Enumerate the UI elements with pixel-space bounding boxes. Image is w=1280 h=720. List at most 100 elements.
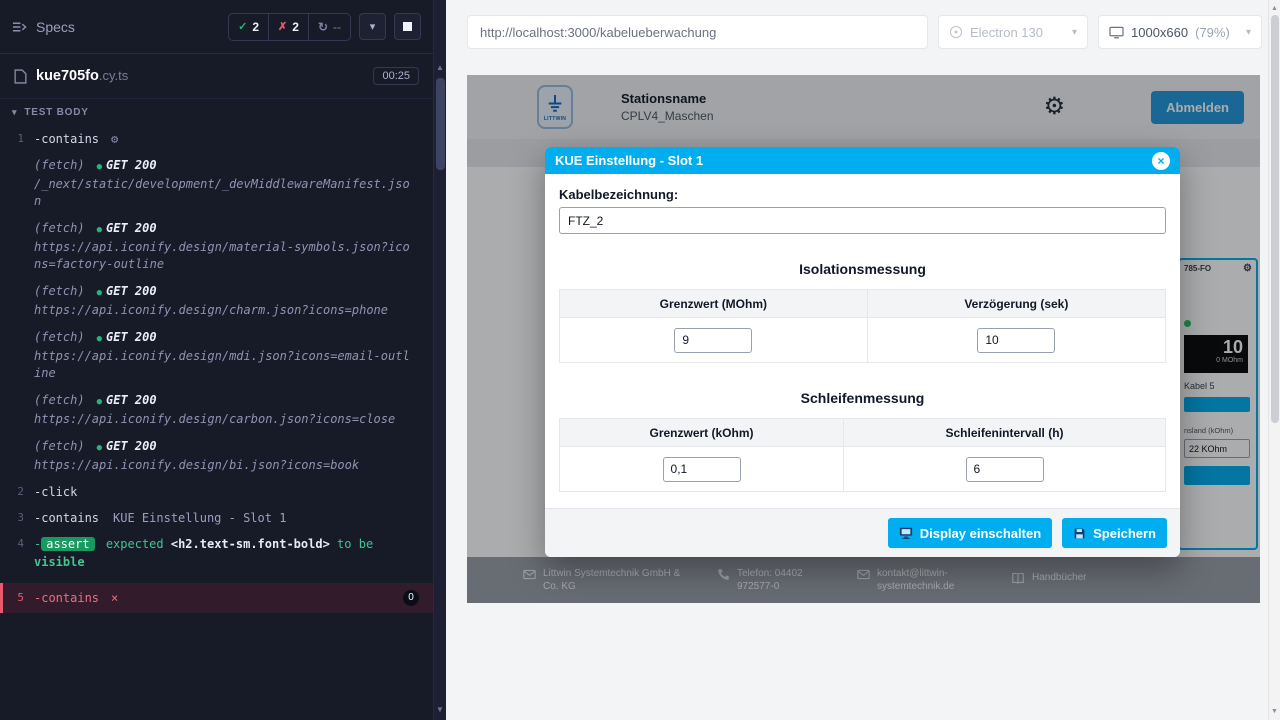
viewport-select[interactable]: 1000x660 (79%) ▾ <box>1098 15 1262 49</box>
fetch-status: GET 200 <box>106 158 157 172</box>
fetch-url: https://api.iconify.design/bi.json?icons… <box>34 457 411 474</box>
x-icon: ✗ <box>278 20 287 33</box>
refresh-icon: ↻ <box>318 20 328 34</box>
network-log-row[interactable]: (fetch)●GET 200 https://api.iconify.desi… <box>0 387 433 433</box>
verzoegerung-input[interactable] <box>977 328 1055 353</box>
url-input[interactable] <box>467 15 928 49</box>
command-row-failed[interactable]: 5 -contains × 0 <box>0 583 433 613</box>
col-schleifenintervall: Schleifenintervall (h) <box>844 419 1166 447</box>
assert-expected: expected <box>106 537 164 551</box>
status-dot-icon: ● <box>97 162 102 172</box>
command-name: -contains <box>34 511 99 525</box>
command-row-click[interactable]: 2 -click <box>0 479 433 505</box>
spec-duration-badge: 00:25 <box>373 67 419 85</box>
scroll-down-icon[interactable]: ▼ <box>434 702 446 716</box>
table-cell <box>867 318 1165 363</box>
cable-name-label: Kabelbezeichnung: <box>559 187 1166 202</box>
cypress-runner-sidebar: Specs ✓ 2 ✗ 2 ↻ -- ▾ <box>0 0 433 720</box>
modal-footer: Display einschalten Speichern <box>545 508 1180 557</box>
command-row-contains-1[interactable]: 1 -contains ⚙ <box>0 126 433 152</box>
page-scrollbar[interactable]: ▲ ▼ <box>1268 0 1280 720</box>
command-number: 1 <box>0 130 34 148</box>
scroll-up-icon[interactable]: ▲ <box>1269 2 1280 15</box>
table-cell <box>560 447 844 492</box>
status-dot-icon: ● <box>97 443 102 453</box>
command-name: -contains <box>34 132 99 146</box>
cable-name-input[interactable] <box>559 207 1166 234</box>
display-on-button[interactable]: Display einschalten <box>888 518 1052 548</box>
browser-label: Electron 130 <box>970 25 1043 40</box>
command-row-contains-2[interactable]: 3 -containsKUE Einstellung - Slot 1 <box>0 505 433 531</box>
assert-selector: <h2.text-sm.font-bold> <box>171 537 330 551</box>
floppy-icon <box>1073 527 1086 540</box>
kue-settings-modal: KUE Einstellung - Slot 1 × Kabelbezeichn… <box>545 147 1180 557</box>
fetch-url: https://api.iconify.design/carbon.json?i… <box>34 411 411 428</box>
status-dot-icon: ● <box>97 397 102 407</box>
fetch-label: (fetch) <box>34 158 85 172</box>
monitor-icon <box>899 526 913 540</box>
pending-count: -- <box>333 20 341 34</box>
col-grenzwert-mohm: Grenzwert (MOhm) <box>560 290 868 318</box>
fetch-label: (fetch) <box>34 221 85 235</box>
scrollbar-thumb[interactable] <box>1271 15 1279 423</box>
aut-pane: Electron 130 ▾ 1000x660 (79%) ▾ LITTWIN … <box>446 0 1268 720</box>
network-log-row[interactable]: (fetch) ● GET 200 /_next/static/developmen… <box>0 152 433 215</box>
check-icon: ✓ <box>238 20 247 33</box>
stat-failed[interactable]: ✗ 2 <box>269 14 309 40</box>
test-stats: ✓ 2 ✗ 2 ↻ -- <box>228 13 351 41</box>
fetch-url: https://api.iconify.design/material-symb… <box>34 239 411 273</box>
command-name: -contains <box>34 589 99 607</box>
retry-count-badge: 0 <box>403 590 419 606</box>
gear-icon: ⚙ <box>111 132 118 146</box>
chevron-down-icon: ▾ <box>1246 27 1251 38</box>
isolation-section-title: Isolationsmessung <box>559 261 1166 277</box>
chevron-down-icon: ▾ <box>370 20 376 33</box>
chevron-down-icon: ▾ <box>1072 27 1077 38</box>
spec-header[interactable]: kue705fo.cy.ts 00:25 <box>0 54 433 99</box>
scroll-up-icon[interactable]: ▲ <box>434 60 446 74</box>
status-dot-icon: ● <box>97 334 102 344</box>
network-log-row[interactable]: (fetch)●GET 200 https://api.iconify.desi… <box>0 433 433 479</box>
status-dot-icon: ● <box>97 225 102 235</box>
table-cell <box>560 318 868 363</box>
fetch-status: GET 200 <box>106 284 157 298</box>
assert-state: visible <box>34 555 85 569</box>
stop-button[interactable] <box>394 13 421 40</box>
network-log-row[interactable]: (fetch)●GET 200 https://api.iconify.desi… <box>0 215 433 278</box>
grenzwert-mohm-input[interactable] <box>674 328 752 353</box>
grenzwert-kohm-input[interactable] <box>663 457 741 482</box>
browser-select[interactable]: Electron 130 ▾ <box>938 15 1088 49</box>
command-number: 2 <box>0 483 34 501</box>
sidebar-scrollbar[interactable]: ▲ ▼ <box>433 0 446 720</box>
stat-pending[interactable]: ↻ -- <box>309 14 350 40</box>
network-log-row[interactable]: (fetch)●GET 200 https://api.iconify.desi… <box>0 278 433 324</box>
specs-button[interactable]: Specs <box>12 19 75 35</box>
fetch-status: GET 200 <box>106 393 157 407</box>
fetch-url: https://api.iconify.design/mdi.json?icon… <box>34 348 411 382</box>
failed-count: 2 <box>292 20 299 34</box>
fetch-url: /_next/static/development/_devMiddleware… <box>34 176 411 210</box>
schleifenintervall-input[interactable] <box>966 457 1044 482</box>
assert-badge: assert <box>41 537 94 551</box>
modal-title: KUE Einstellung - Slot 1 <box>555 153 703 168</box>
passed-count: 2 <box>252 20 259 34</box>
spec-extension: .cy.ts <box>99 68 128 83</box>
col-verzoegerung: Verzögerung (sek) <box>867 290 1165 318</box>
stop-icon <box>403 22 412 31</box>
collapse-button[interactable]: ▾ <box>359 13 386 40</box>
spec-file-icon <box>14 69 27 84</box>
scroll-down-icon[interactable]: ▼ <box>1269 705 1280 718</box>
network-log-row[interactable]: (fetch)●GET 200 https://api.iconify.desi… <box>0 324 433 387</box>
fail-x-icon: × <box>111 589 118 607</box>
save-button[interactable]: Speichern <box>1062 518 1167 548</box>
stat-passed[interactable]: ✓ 2 <box>229 14 269 40</box>
command-number: 5 <box>3 589 34 607</box>
test-body-toggle[interactable]: ▾ TEST BODY <box>0 99 433 124</box>
viewport-icon <box>1109 26 1124 39</box>
scrollbar-thumb[interactable] <box>436 78 445 170</box>
command-number: 3 <box>0 509 34 527</box>
fetch-label: (fetch) <box>34 330 85 344</box>
app-under-test: LITTWIN Stationsname CPLV4_Maschen ⚙ Abm… <box>467 75 1260 603</box>
command-row-assert[interactable]: 4 -assert expected <h2.text-sm.font-bold… <box>0 531 433 575</box>
close-icon[interactable]: × <box>1152 152 1170 170</box>
